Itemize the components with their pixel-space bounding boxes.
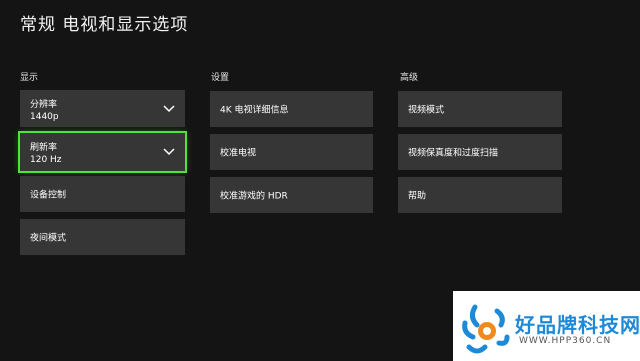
video-modes-label: 视频模式 (408, 105, 445, 116)
refresh-rate-dropdown[interactable]: 刷新率 120 Hz (18, 131, 187, 173)
calibrate-tv-label: 校准电视 (220, 148, 257, 159)
video-fidelity-button[interactable]: 视频保真度和过度扫描 (398, 134, 562, 170)
calibrate-hdr-button[interactable]: 校准游戏的 HDR (210, 177, 373, 213)
device-control-button[interactable]: 设备控制 (20, 176, 185, 212)
resolution-value: 1440p (30, 112, 59, 122)
night-mode-button[interactable]: 夜间模式 (20, 219, 185, 255)
device-control-label: 设备控制 (30, 190, 67, 201)
tv-details-button[interactable]: 4K 电视详细信息 (210, 91, 373, 127)
video-fidelity-label: 视频保真度和过度扫描 (408, 148, 499, 159)
resolution-label: 分辨率 (30, 100, 58, 110)
section-header-advanced: 高级 (400, 73, 419, 83)
calibrate-tv-button[interactable]: 校准电视 (210, 134, 373, 170)
section-header-display: 显示 (20, 73, 39, 83)
refresh-rate-label: 刷新率 (30, 143, 58, 153)
section-header-setup: 设置 (211, 73, 230, 83)
help-label: 帮助 (408, 191, 427, 202)
tv-details-label: 4K 电视详细信息 (220, 105, 289, 116)
resolution-dropdown[interactable]: 分辨率 1440p (20, 90, 185, 127)
video-modes-button[interactable]: 视频模式 (398, 91, 562, 127)
sun-logo-icon (462, 304, 510, 354)
calibrate-hdr-label: 校准游戏的 HDR (220, 191, 288, 202)
chevron-down-icon (163, 148, 175, 156)
watermark-title: 好品牌科技网 (515, 313, 640, 337)
help-button[interactable]: 帮助 (398, 177, 562, 213)
chevron-down-icon (163, 104, 175, 112)
watermark: 好品牌科技网 WWW.HPP360.CN (453, 291, 640, 361)
night-mode-label: 夜间模式 (30, 233, 67, 244)
page-title: 常规 电视和显示选项 (20, 15, 189, 35)
refresh-rate-value: 120 Hz (30, 155, 62, 165)
watermark-url: WWW.HPP360.CN (519, 336, 612, 346)
